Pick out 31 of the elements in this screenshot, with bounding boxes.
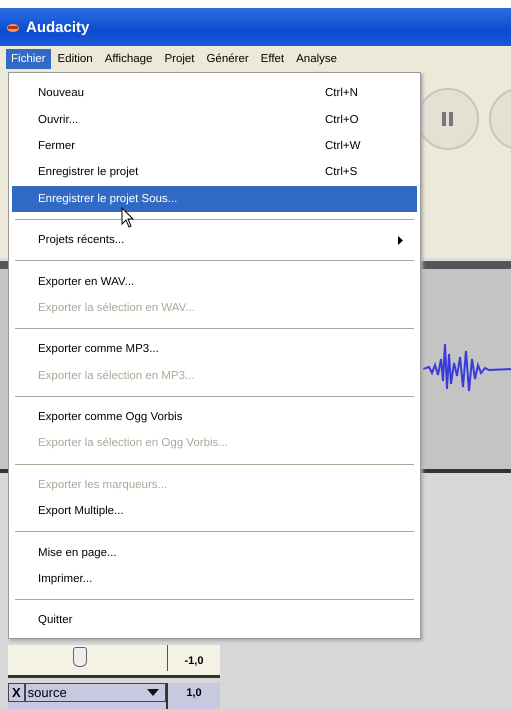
menu-bar-item[interactable]: Générer bbox=[201, 49, 254, 69]
track-name-dropdown[interactable]: source bbox=[24, 683, 166, 702]
menu-item[interactable]: Enregistrer le projet Sous... bbox=[12, 186, 417, 212]
scale-label: -1,0 bbox=[184, 654, 204, 669]
menu-bar-item[interactable]: Effet bbox=[256, 49, 290, 69]
menu-item[interactable]: Nouveau Ctrl+N bbox=[12, 80, 417, 106]
app-icon bbox=[6, 22, 20, 32]
menu-item[interactable]: Exporter comme Ogg Vorbis bbox=[12, 404, 417, 430]
dropdown-arrow-icon bbox=[147, 689, 159, 696]
menu-item[interactable]: Quitter bbox=[12, 607, 417, 634]
menu-bar-item[interactable]: Fichier bbox=[6, 49, 51, 69]
menu-bar-item[interactable]: Analyse bbox=[291, 49, 342, 69]
menu-item[interactable]: Exporter en WAV... bbox=[12, 268, 417, 295]
scale-label: 1,0 bbox=[185, 686, 203, 701]
menu-item[interactable]: Enregistrer le projet Ctrl+S bbox=[12, 159, 417, 186]
menu-item[interactable]: Ouvrir... Ctrl+O bbox=[12, 106, 417, 133]
menu-item[interactable]: Projets récents... bbox=[12, 226, 417, 254]
window-title: Audacity bbox=[26, 18, 90, 36]
submenu-arrow-icon bbox=[398, 236, 403, 245]
mouse-pointer-icon bbox=[121, 206, 135, 229]
pause-icon bbox=[441, 111, 455, 127]
menu-item[interactable]: Exporter comme MP3... bbox=[12, 336, 417, 363]
close-button[interactable]: X bbox=[8, 683, 25, 702]
menu-item[interactable]: Imprimer... bbox=[12, 566, 417, 592]
menu-item[interactable]: Export Multiple... bbox=[12, 498, 417, 524]
menu-bar-item[interactable]: Projet bbox=[159, 49, 200, 69]
menu-item[interactable]: Fermer Ctrl+W bbox=[12, 132, 417, 160]
slider-thumb[interactable] bbox=[72, 647, 87, 667]
menu-item[interactable]: Mise en page... bbox=[12, 539, 417, 566]
menu-bar-item[interactable]: Edition bbox=[52, 49, 98, 69]
menu-bar-item[interactable]: Affichage bbox=[100, 49, 158, 69]
